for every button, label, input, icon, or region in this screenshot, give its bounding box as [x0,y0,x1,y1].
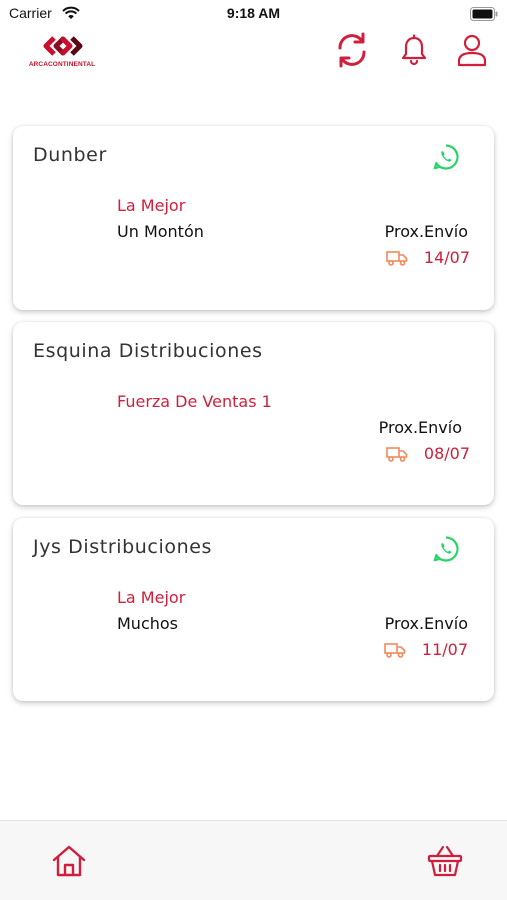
app-header: ARCACONTINENTAL [0,28,507,80]
user-icon[interactable] [456,33,488,71]
whatsapp-icon[interactable] [432,143,460,175]
distributor-card[interactable]: Esquina Distribuciones Fuerza De Ventas … [13,322,494,505]
truck-icon [384,642,406,658]
card-title: Esquina Distribuciones [33,340,263,362]
home-icon[interactable] [51,843,87,883]
distributor-card[interactable]: Dunber La Mejor Un Montón Prox.Envío 14/… [13,126,494,310]
basket-icon[interactable] [427,843,463,883]
bell-icon[interactable] [399,34,429,70]
next-shipment-row: 11/07 [384,640,468,659]
card-title: Jys Distribuciones [33,536,213,558]
next-shipment-label: Prox.Envío [378,418,462,437]
route-label: La Mejor [117,588,186,607]
logo-wordmark: ARCACONTINENTAL [28,61,96,68]
next-shipment-date: 11/07 [421,640,468,659]
truck-icon [386,250,408,266]
battery-icon [470,6,498,25]
next-shipment-date: 14/07 [423,248,470,267]
truck-icon [386,446,408,462]
next-shipment-date: 08/07 [423,444,470,463]
clock-time: 9:18 AM [226,5,281,21]
card-title: Dunber [33,144,107,166]
next-shipment-label: Prox.Envío [384,222,468,241]
detail-label: Un Montón [117,222,204,241]
arca-continental-logo: ARCACONTINENTAL [20,32,104,74]
route-label: Fuerza De Ventas 1 [117,392,272,411]
route-label: La Mejor [117,196,186,215]
detail-label: Muchos [117,614,179,633]
distributor-card[interactable]: Jys Distribuciones La Mejor Muchos Prox.… [13,518,494,701]
bottom-nav [0,820,507,900]
next-shipment-row: 08/07 [386,444,470,463]
refresh-icon[interactable] [333,31,371,73]
next-shipment-row: 14/07 [386,248,470,267]
next-shipment-label: Prox.Envío [384,614,468,633]
status-bar: Carrier 9:18 AM [0,0,507,28]
whatsapp-icon[interactable] [432,535,460,567]
